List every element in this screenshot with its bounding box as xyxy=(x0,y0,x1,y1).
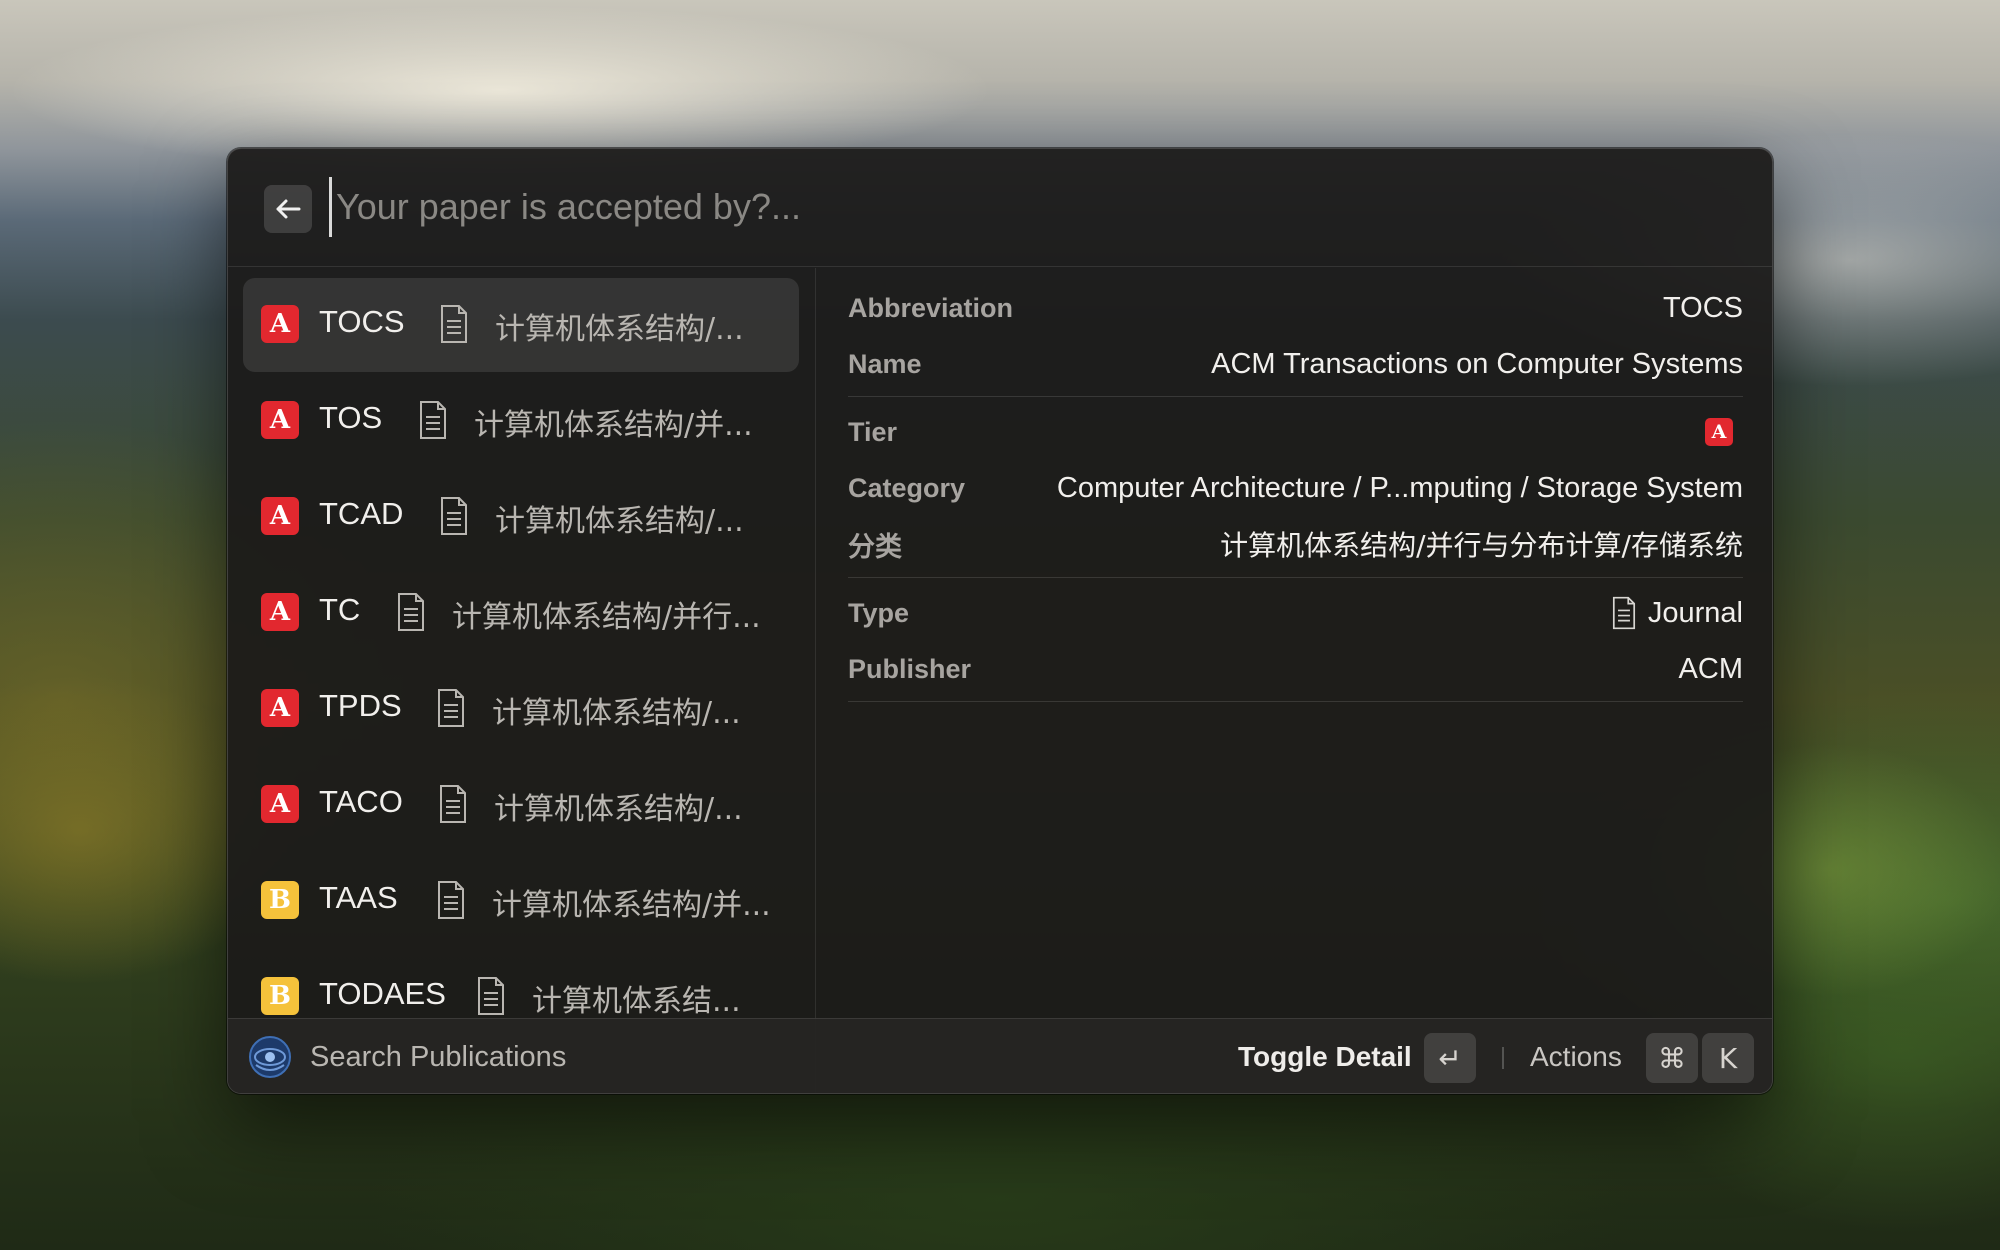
arrow-left-icon xyxy=(276,199,301,219)
tier-a-badge: A xyxy=(261,305,299,343)
item-abbreviation: TC xyxy=(319,592,361,627)
tier-a-badge: A xyxy=(261,497,299,535)
tier-label: Tier xyxy=(848,416,898,447)
item-category: 计算机体系结构/... xyxy=(494,792,743,827)
publisher-value: ACM xyxy=(1678,652,1743,685)
list-item[interactable]: A TC 计算机体系结构/并行... xyxy=(243,566,799,660)
footer-command-title: Search Publications xyxy=(310,1041,567,1073)
name-label: Name xyxy=(848,348,922,379)
list-item[interactable]: A TPDS 计算机体系结构/... xyxy=(243,662,799,756)
tier-a-badge: A xyxy=(261,401,299,439)
list-item[interactable]: A TOS 计算机体系结构/并... xyxy=(243,374,799,468)
document-icon xyxy=(420,401,446,439)
abbreviation-value: TOCS xyxy=(1662,291,1743,324)
detail-row-category: Category Computer Architecture / P...mpu… xyxy=(848,468,1743,508)
command-key-hint: ⌘ xyxy=(1646,1033,1698,1083)
item-abbreviation: TOS xyxy=(319,400,383,435)
item-abbreviation: TCAD xyxy=(319,496,404,531)
category-label: Category xyxy=(848,472,966,503)
command-palette: A TOCS 计算机体系结构/... A TOS 计算机体系结构/并... A … xyxy=(227,148,1773,1094)
tier-a-badge: A xyxy=(261,593,299,631)
actions-button[interactable]: Actions xyxy=(1530,1041,1622,1073)
item-abbreviation: TAAS xyxy=(319,880,398,915)
detail-row-type: Type Journal xyxy=(848,593,1743,633)
document-icon xyxy=(440,785,466,823)
document-icon xyxy=(441,497,467,535)
document-icon xyxy=(441,305,467,343)
document-icon xyxy=(438,689,464,727)
tier-a-badge: A xyxy=(1705,418,1733,446)
extension-logo-icon xyxy=(249,1036,291,1078)
search-input[interactable] xyxy=(329,177,1229,237)
detail-divider xyxy=(848,396,1743,397)
back-button[interactable] xyxy=(264,185,312,233)
list-item[interactable]: B TAAS 计算机体系结构/并... xyxy=(243,854,799,948)
document-icon xyxy=(1612,596,1635,630)
results-list: A TOCS 计算机体系结构/... A TOS 计算机体系结构/并... A … xyxy=(228,268,816,1093)
detail-row-abbreviation: Abbreviation TOCS xyxy=(848,288,1743,328)
tier-b-badge: B xyxy=(261,977,299,1015)
detail-divider xyxy=(848,701,1743,702)
item-category: 计算机体系结构/并... xyxy=(474,408,753,443)
tier-a-badge: A xyxy=(261,785,299,823)
type-label: Type xyxy=(848,597,910,628)
tier-value: A xyxy=(1705,418,1743,446)
abbreviation-label: Abbreviation xyxy=(848,292,1014,323)
category-value: Computer Architecture / P...mputing / St… xyxy=(1056,471,1743,504)
item-abbreviation: TPDS xyxy=(319,688,402,723)
item-category: 计算机体系结... xyxy=(532,984,741,1019)
name-value: ACM Transactions on Computer Systems xyxy=(1211,347,1743,380)
item-category: 计算机体系结构/并行... xyxy=(452,600,761,635)
search-bar xyxy=(228,149,1772,267)
detail-row-category-zh: 分类 计算机体系结构/并行与分布计算/存储系统 xyxy=(848,524,1743,564)
detail-pane: Abbreviation TOCS Name ACM Transactions … xyxy=(817,268,1772,1093)
type-text: Journal xyxy=(1647,596,1743,629)
item-abbreviation: TODAES xyxy=(319,976,446,1011)
detail-row-tier: Tier A xyxy=(848,412,1743,452)
return-key-hint: ↵ xyxy=(1424,1033,1476,1083)
toggle-detail-button[interactable]: Toggle Detail xyxy=(1238,1041,1412,1073)
document-icon xyxy=(398,593,424,631)
list-item[interactable]: A TOCS 计算机体系结构/... xyxy=(243,278,799,372)
tier-a-badge: A xyxy=(261,689,299,727)
detail-row-name: Name ACM Transactions on Computer System… xyxy=(848,344,1743,384)
category-zh-value: 计算机体系结构/并行与分布计算/存储系统 xyxy=(1220,529,1743,562)
item-category: 计算机体系结构/... xyxy=(495,504,744,539)
category-zh-label: 分类 xyxy=(848,531,902,563)
item-category: 计算机体系结构/... xyxy=(492,696,741,731)
item-abbreviation: TACO xyxy=(319,784,403,819)
action-bar: Search Publications Toggle Detail ↵ Acti… xyxy=(228,1018,1772,1093)
item-category: 计算机体系结构/... xyxy=(495,312,744,347)
document-icon xyxy=(478,977,504,1015)
item-category: 计算机体系结构/并... xyxy=(492,888,771,923)
publisher-label: Publisher xyxy=(848,653,972,684)
detail-row-publisher: Publisher ACM xyxy=(848,649,1743,689)
type-value: Journal xyxy=(1610,596,1743,630)
document-icon xyxy=(438,881,464,919)
footer-separator xyxy=(1502,1047,1504,1069)
list-item[interactable]: A TACO 计算机体系结构/... xyxy=(243,758,799,852)
item-abbreviation: TOCS xyxy=(319,304,405,339)
detail-divider xyxy=(848,577,1743,578)
list-item[interactable]: A TCAD 计算机体系结构/... xyxy=(243,470,799,564)
tier-b-badge: B xyxy=(261,881,299,919)
k-key-hint: K xyxy=(1702,1033,1754,1083)
